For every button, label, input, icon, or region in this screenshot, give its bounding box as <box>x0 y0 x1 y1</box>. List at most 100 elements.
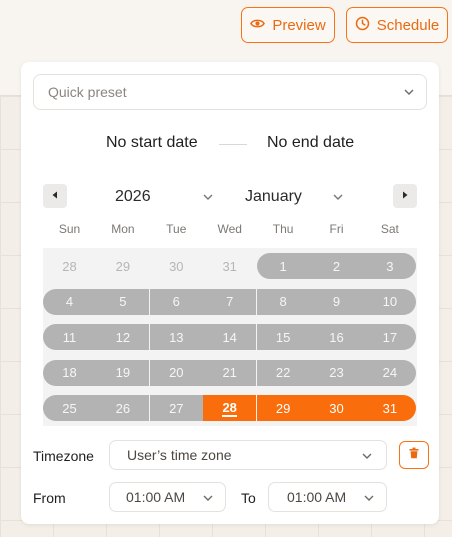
calendar-day-number: 31 <box>222 258 237 274</box>
calendar-day[interactable]: 19 <box>96 359 150 386</box>
calendar-day-number: 11 <box>62 329 77 345</box>
schedule-button[interactable]: Schedule <box>346 7 448 43</box>
triangle-left-icon <box>50 187 60 205</box>
calendar-day-number: 3 <box>386 258 394 274</box>
calendar-day-number: 28 <box>222 399 237 417</box>
calendar-day-selected[interactable]: 29 <box>256 395 310 422</box>
calendar-day-outside-month[interactable]: 31 <box>203 253 256 279</box>
calendar-day[interactable]: 26 <box>96 395 150 422</box>
weekday-label: Wed <box>217 222 242 236</box>
calendar-day[interactable]: 18 <box>43 359 96 386</box>
delete-timezone-button[interactable] <box>399 441 429 469</box>
calendar-day[interactable]: 16 <box>310 324 363 351</box>
calendar-day[interactable]: 2 <box>310 253 363 279</box>
calendar-day-today[interactable]: 28 <box>203 395 257 422</box>
calendar-day-number: 30 <box>329 400 344 416</box>
schedule-button-label: Schedule <box>376 16 440 34</box>
calendar-day-number: 24 <box>382 365 398 381</box>
month-select[interactable]: January <box>245 186 343 208</box>
calendar-day[interactable]: 1 <box>256 253 310 279</box>
calendar-day[interactable]: 5 <box>96 288 150 315</box>
calendar-day[interactable]: 9 <box>310 288 363 315</box>
calendar-day-number: 18 <box>62 365 77 381</box>
weekday-label: Sun <box>58 222 81 236</box>
calendar-day-number: 30 <box>169 258 184 274</box>
to-label: To <box>241 490 256 506</box>
start-date-text[interactable]: No start date <box>106 134 198 152</box>
calendar-day[interactable]: 25 <box>43 395 96 422</box>
calendar-day[interactable]: 22 <box>256 359 310 386</box>
calendar-day[interactable]: 6 <box>149 288 203 315</box>
calendar-day[interactable]: 8 <box>256 288 310 315</box>
triangle-right-icon <box>400 187 410 205</box>
calendar-day-number: 31 <box>382 400 398 416</box>
calendar-day-selected[interactable]: 31 <box>363 395 417 422</box>
chevron-down-icon <box>331 190 345 209</box>
end-date-text[interactable]: No end date <box>267 134 354 152</box>
calendar-day[interactable]: 17 <box>363 324 417 351</box>
from-label: From <box>33 490 66 506</box>
calendar-day[interactable]: 4 <box>43 288 96 315</box>
weekday-label: Sat <box>380 222 399 236</box>
calendar-day-outside-month[interactable]: 30 <box>150 253 203 279</box>
to-time-select[interactable]: 01:00 AM <box>268 482 387 512</box>
calendar-day-number: 26 <box>115 400 131 416</box>
calendar-day-number: 4 <box>65 294 74 310</box>
calendar-day[interactable]: 21 <box>203 359 257 386</box>
timezone-value: User’s time zone <box>127 447 232 463</box>
calendar-day-number: 6 <box>172 294 180 310</box>
calendar-day[interactable]: 24 <box>363 359 417 386</box>
calendar-day-number: 17 <box>382 329 398 345</box>
timezone-label: Timezone <box>33 448 94 464</box>
calendar-day-number: 22 <box>275 365 291 381</box>
calendar-day-outside-month[interactable]: 29 <box>96 253 149 279</box>
calendar-day[interactable]: 10 <box>363 288 417 315</box>
month-value: January <box>245 188 302 205</box>
calendar-day[interactable]: 3 <box>363 253 417 279</box>
calendar-day-number: 14 <box>222 329 237 345</box>
calendar-day[interactable]: 27 <box>149 395 203 422</box>
trash-icon <box>408 446 420 464</box>
timezone-select[interactable]: User’s time zone <box>109 440 387 470</box>
previous-month-button[interactable] <box>43 184 67 208</box>
weekday-label: Fri <box>329 222 344 236</box>
calendar-day-number: 28 <box>62 258 77 274</box>
from-time-select[interactable]: 01:00 AM <box>109 482 226 512</box>
weekday-header: Sun Mon Tue Wed Thu Fri Sat <box>43 222 417 244</box>
next-month-button[interactable] <box>393 184 417 208</box>
calendar-day[interactable]: 13 <box>149 324 203 351</box>
calendar-day[interactable]: 7 <box>203 288 257 315</box>
chevron-down-icon <box>360 449 374 466</box>
calendar-day[interactable]: 15 <box>256 324 310 351</box>
calendar-day-outside-month[interactable]: 28 <box>43 253 96 279</box>
date-range-picker: Quick preset No start date No end date 2… <box>21 62 439 524</box>
calendar-day-number: 29 <box>115 258 131 274</box>
from-time-value: 01:00 AM <box>126 489 186 505</box>
calendar-day-number: 25 <box>62 400 77 416</box>
calendar-day-number: 9 <box>332 294 341 310</box>
calendar-day-selected[interactable]: 30 <box>310 395 363 422</box>
clock-icon <box>355 16 370 35</box>
date-range-summary: No start date No end date <box>21 134 439 156</box>
calendar-day-number: 15 <box>275 329 291 345</box>
calendar-day-number: 8 <box>279 294 287 310</box>
calendar-day[interactable]: 20 <box>149 359 203 386</box>
calendar-day[interactable]: 12 <box>96 324 150 351</box>
calendar-day-number: 27 <box>169 400 184 416</box>
calendar-day[interactable]: 11 <box>43 324 96 351</box>
weekday-label: Thu <box>272 222 294 236</box>
weekday-label: Tue <box>166 222 187 236</box>
preview-button[interactable]: Preview <box>241 7 335 43</box>
quick-preset-select[interactable]: Quick preset <box>33 74 427 110</box>
range-separator <box>219 144 247 145</box>
calendar-day[interactable]: 14 <box>203 324 257 351</box>
calendar-day-number: 10 <box>382 294 398 310</box>
calendar-day-number: 20 <box>169 365 184 381</box>
calendar-day-number: 16 <box>329 329 344 345</box>
to-time-value: 01:00 AM <box>287 489 347 505</box>
year-value: 2026 <box>115 188 151 205</box>
calendar-day-number: 19 <box>115 365 131 381</box>
year-select[interactable]: 2026 <box>115 186 213 208</box>
calendar-day[interactable]: 23 <box>310 359 363 386</box>
calendar-day-number: 29 <box>275 400 291 416</box>
